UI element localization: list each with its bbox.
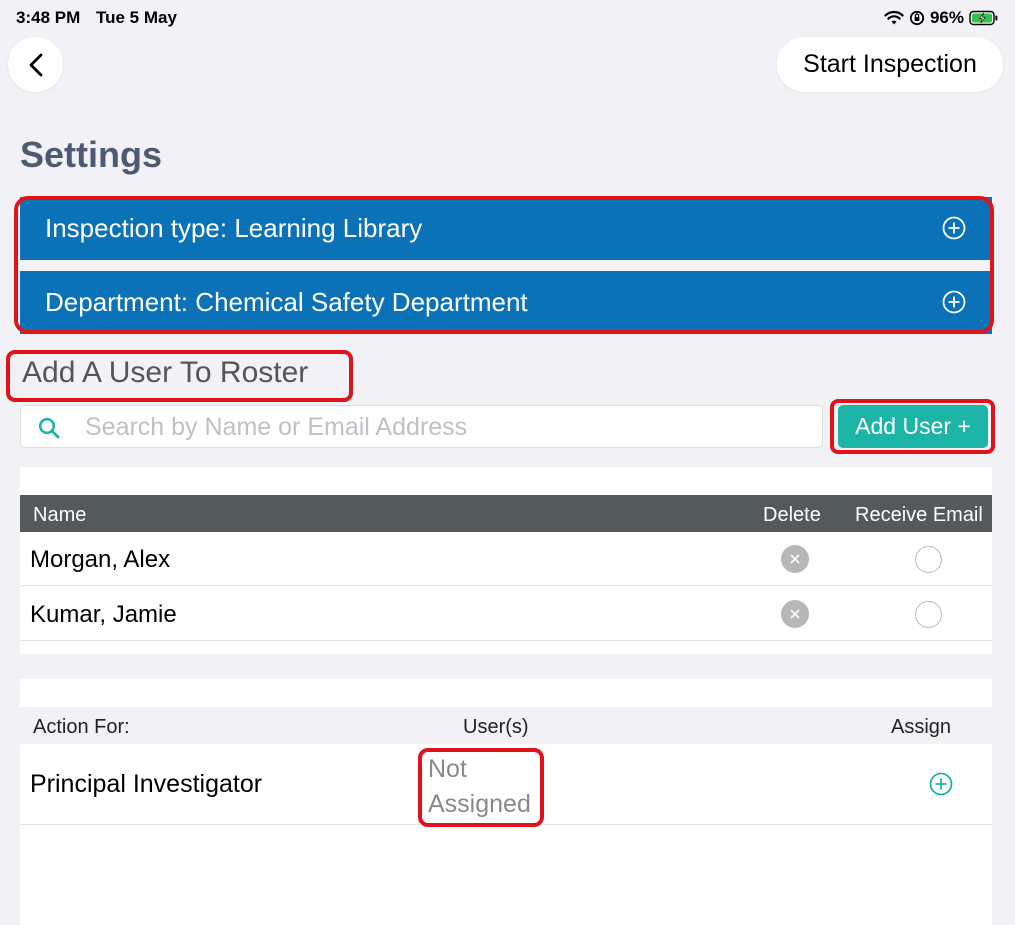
status-bar: 3:48 PM Tue 5 May 96% (0, 0, 1015, 34)
action-table-header: Action For: User(s) Assign (20, 707, 992, 744)
column-assign: Assign (891, 716, 952, 738)
plus-circle-icon[interactable] (942, 216, 966, 240)
column-name: Name (33, 504, 87, 526)
receive-email-radio[interactable] (915, 546, 942, 573)
roster-title: Add A User To Roster (22, 356, 309, 389)
inspection-type-label: Inspection type: Learning Library (45, 213, 423, 243)
chevron-left-icon (29, 53, 42, 76)
search-box[interactable] (20, 405, 823, 448)
column-action-for: Action For: (33, 716, 130, 738)
action-role: Principal Investigator (30, 770, 263, 798)
column-receive-email: Receive Email (855, 504, 983, 526)
orientation-lock-icon (909, 10, 925, 26)
column-delete: Delete (763, 504, 821, 526)
add-user-button[interactable]: Add User + (838, 405, 988, 448)
department-bar[interactable]: Department: Chemical Safety Department (20, 271, 992, 334)
user-name: Morgan, Alex (30, 546, 171, 573)
search-icon (38, 417, 60, 439)
assigned-users: Not Assigned (428, 755, 531, 818)
status-time: 3:48 PM (16, 8, 81, 27)
department-label: Department: Chemical Safety Department (45, 287, 528, 317)
delete-user-button[interactable] (781, 600, 809, 628)
roster-table: Name Delete Receive Email Morgan, Alex K… (20, 467, 992, 654)
column-users: User(s) (463, 716, 529, 738)
page-title: Settings (20, 134, 163, 175)
plus-circle-icon[interactable] (929, 772, 953, 796)
table-row: Morgan, Alex (20, 532, 992, 586)
receive-email-radio[interactable] (915, 601, 942, 628)
close-icon (790, 554, 800, 564)
user-name: Kumar, Jamie (30, 601, 177, 628)
action-table: Action For: User(s) Assign Principal Inv… (20, 679, 992, 925)
start-inspection-button[interactable]: Start Inspection (777, 37, 1003, 92)
battery-charging-icon (969, 10, 998, 26)
delete-user-button[interactable] (781, 545, 809, 573)
inspection-type-bar[interactable]: Inspection type: Learning Library (20, 197, 992, 260)
roster-table-header: Name Delete Receive Email (20, 495, 992, 532)
plus-circle-icon[interactable] (942, 290, 966, 314)
table-row: Kumar, Jamie (20, 587, 992, 641)
status-indicators: 96% (884, 8, 999, 28)
wifi-icon (884, 10, 904, 25)
table-row: Principal Investigator Not Assigned (20, 744, 992, 825)
search-input[interactable] (85, 412, 805, 442)
battery-percent: 96% (929, 8, 964, 27)
back-button[interactable] (8, 37, 63, 92)
close-icon (790, 609, 800, 619)
settings-group: Inspection type: Learning Library Depart… (20, 197, 992, 334)
status-date: Tue 5 May (96, 8, 177, 27)
settings-separator (20, 260, 992, 271)
